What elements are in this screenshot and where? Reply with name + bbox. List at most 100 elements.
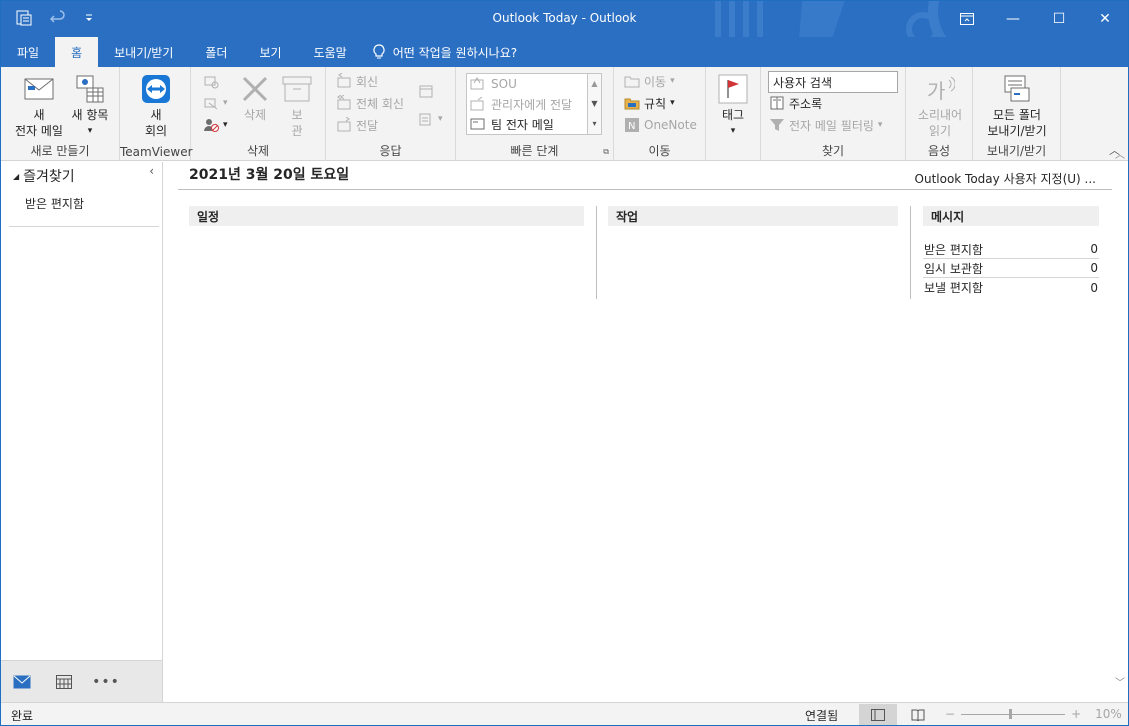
onenote-button[interactable]: N OneNote (624, 115, 697, 135)
search-people-input[interactable]: 사용자 검색 (768, 71, 898, 93)
junk-button[interactable]: ▾ (203, 115, 228, 135)
send-receive-icon (1001, 73, 1033, 105)
rules-icon (624, 98, 640, 110)
dialog-launcher-icon[interactable]: ⧉ (603, 147, 609, 157)
send-receive-label-1: 모든 폴더 (993, 108, 1041, 122)
zoom-level[interactable]: 10% (1095, 707, 1122, 721)
outlook-today-pane: 2021년 3월 20일 토요일 Outlook Today 사용자 지정(U)… (164, 162, 1112, 702)
calendar-module-button[interactable] (43, 661, 85, 703)
zoom-slider[interactable] (961, 708, 1066, 719)
quick-step-team-email[interactable]: 팀 전자 메일 (467, 114, 601, 134)
message-row-outbox[interactable]: 보낼 편지함 0 (923, 278, 1099, 297)
tab-send-receive[interactable]: 보내기/받기 (98, 37, 189, 67)
address-book-icon (770, 96, 784, 110)
filter-dropdown-icon: ▾ (877, 120, 883, 130)
quick-steps-scroll[interactable]: ▲ ▼ ▾ (587, 74, 601, 134)
onenote-label: OneNote (644, 118, 697, 132)
address-book-button[interactable]: 주소록 (769, 93, 822, 113)
svg-text:N: N (628, 121, 635, 132)
vertical-scrollbar[interactable]: ︿ ﹀ (1112, 150, 1128, 702)
messages-column-header[interactable]: 메시지 (923, 206, 1099, 226)
ignore-icon (204, 76, 219, 89)
reply-icon (337, 73, 351, 88)
rules-button[interactable]: 규칙 ▾ (624, 93, 675, 113)
tab-view[interactable]: 보기 (243, 37, 297, 67)
archive-button[interactable]: 보 관 (279, 73, 315, 139)
read-aloud-label-2: 읽기 (928, 124, 952, 138)
tab-folder[interactable]: 폴더 (189, 37, 243, 67)
filter-email-label: 전자 메일 필터링 (789, 118, 874, 133)
tell-me-search[interactable]: 어떤 작업을 원하시나요? (363, 37, 527, 67)
favorites-label: 즐겨찾기 (23, 169, 75, 185)
ignore-button[interactable] (203, 71, 219, 91)
group-delete: ▾ ▾ 삭제 보 관 삭제 (191, 67, 326, 161)
meeting-reply-button[interactable] (418, 81, 434, 101)
maximize-button[interactable]: ☐ (1036, 1, 1082, 37)
delete-button[interactable]: 삭제 (237, 73, 273, 123)
nav-divider (9, 226, 159, 227)
flag-icon (717, 73, 749, 105)
zoom-in-icon[interactable]: + (1071, 707, 1081, 721)
more-modules-button[interactable]: ••• (85, 661, 127, 703)
message-row-drafts[interactable]: 임시 보관함 0 (923, 259, 1099, 278)
quick-step-to-manager-label: 관리자에게 전달 (491, 97, 573, 112)
send-receive-all-button[interactable]: 모든 폴더 보내기/받기 (979, 73, 1055, 139)
more-respond-button[interactable]: ▾ (418, 109, 443, 129)
expand-gallery-icon[interactable]: ▾ (588, 114, 601, 134)
reading-view-button[interactable] (899, 704, 937, 725)
quick-step-icon (470, 77, 484, 90)
zoom-thumb[interactable] (1009, 708, 1013, 719)
cleanup-icon (204, 98, 218, 110)
new-meeting-label-1: 새 (150, 108, 162, 122)
reply-all-label: 전체 회신 (356, 96, 404, 111)
zoom-out-icon[interactable]: − (945, 707, 955, 721)
calendar-column-header[interactable]: 일정 (189, 206, 584, 226)
tab-file[interactable]: 파일 (1, 37, 55, 67)
scroll-down-icon[interactable]: ▼ (588, 94, 601, 114)
group-send-receive: 모든 폴더 보내기/받기 보내기/받기 (973, 67, 1061, 161)
reply-all-button[interactable]: 전체 회신 (336, 93, 404, 113)
read-aloud-icon: 가 (924, 73, 956, 105)
move-button[interactable]: 이동 ▾ (624, 71, 675, 91)
tab-help[interactable]: 도움말 (298, 37, 363, 67)
customize-outlook-today-link[interactable]: Outlook Today 사용자 지정(U) ... (915, 170, 1096, 187)
normal-view-button[interactable] (859, 704, 897, 725)
tags-label: 태그 (721, 108, 745, 122)
header-divider (178, 189, 1112, 190)
filter-email-button[interactable]: 전자 메일 필터링 ▾ (769, 115, 882, 135)
junk-dropdown-icon: ▾ (223, 120, 228, 130)
dropdown-arrow-icon: ▾ (87, 126, 93, 136)
status-bar: 완료 연결됨 − + 10% (1, 702, 1128, 725)
tags-button[interactable]: 태그 ▾ (714, 73, 752, 139)
forward-icon (337, 117, 351, 132)
team-email-icon (470, 118, 485, 130)
group-label-send-receive: 보내기/받기 (986, 144, 1047, 158)
ribbon-display-options-button[interactable] (944, 1, 990, 37)
forward-to-manager-icon (470, 97, 484, 111)
collapse-nav-icon[interactable]: ‹ (149, 164, 154, 178)
ribbon-tabs: 파일 홈 보내기/받기 폴더 보기 도움말 어떤 작업을 원하시나요? (1, 37, 1128, 67)
scroll-up-icon[interactable]: ▲ (588, 74, 601, 94)
new-meeting-button[interactable]: 새 회의 (128, 73, 184, 139)
scroll-down-arrow-icon[interactable]: ﹀ (1112, 676, 1128, 692)
tab-home[interactable]: 홈 (55, 37, 99, 67)
group-teamviewer: 새 회의 TeamViewer (120, 67, 193, 161)
message-row-inbox[interactable]: 받은 편지함 0 (923, 240, 1099, 259)
more-respond-dropdown-icon: ▾ (438, 114, 443, 124)
move-dropdown-icon: ▾ (670, 76, 675, 86)
scroll-up-arrow-icon[interactable]: ︿ (1112, 148, 1128, 164)
tasks-column-header[interactable]: 작업 (608, 206, 898, 226)
quick-step-to-manager[interactable]: 관리자에게 전달 (467, 94, 601, 114)
reply-button[interactable]: 회신 (336, 71, 378, 91)
forward-button[interactable]: 전달 (336, 115, 378, 135)
nav-item-inbox[interactable]: 받은 편지함 (25, 195, 84, 212)
close-button[interactable]: ✕ (1082, 1, 1128, 37)
cleanup-button[interactable]: ▾ (203, 93, 228, 113)
new-items-button[interactable]: 새 항목 ▾ (65, 73, 115, 139)
favorites-header[interactable]: ◢ 즐겨찾기 (13, 166, 75, 186)
new-email-button[interactable]: 새 전자 메일 (11, 73, 67, 139)
read-aloud-button[interactable]: 가 소리내어 읽기 (912, 73, 968, 139)
quick-step-sou[interactable]: SOU (467, 74, 601, 94)
mail-module-button[interactable] (1, 661, 43, 703)
minimize-button[interactable]: — (990, 1, 1036, 37)
